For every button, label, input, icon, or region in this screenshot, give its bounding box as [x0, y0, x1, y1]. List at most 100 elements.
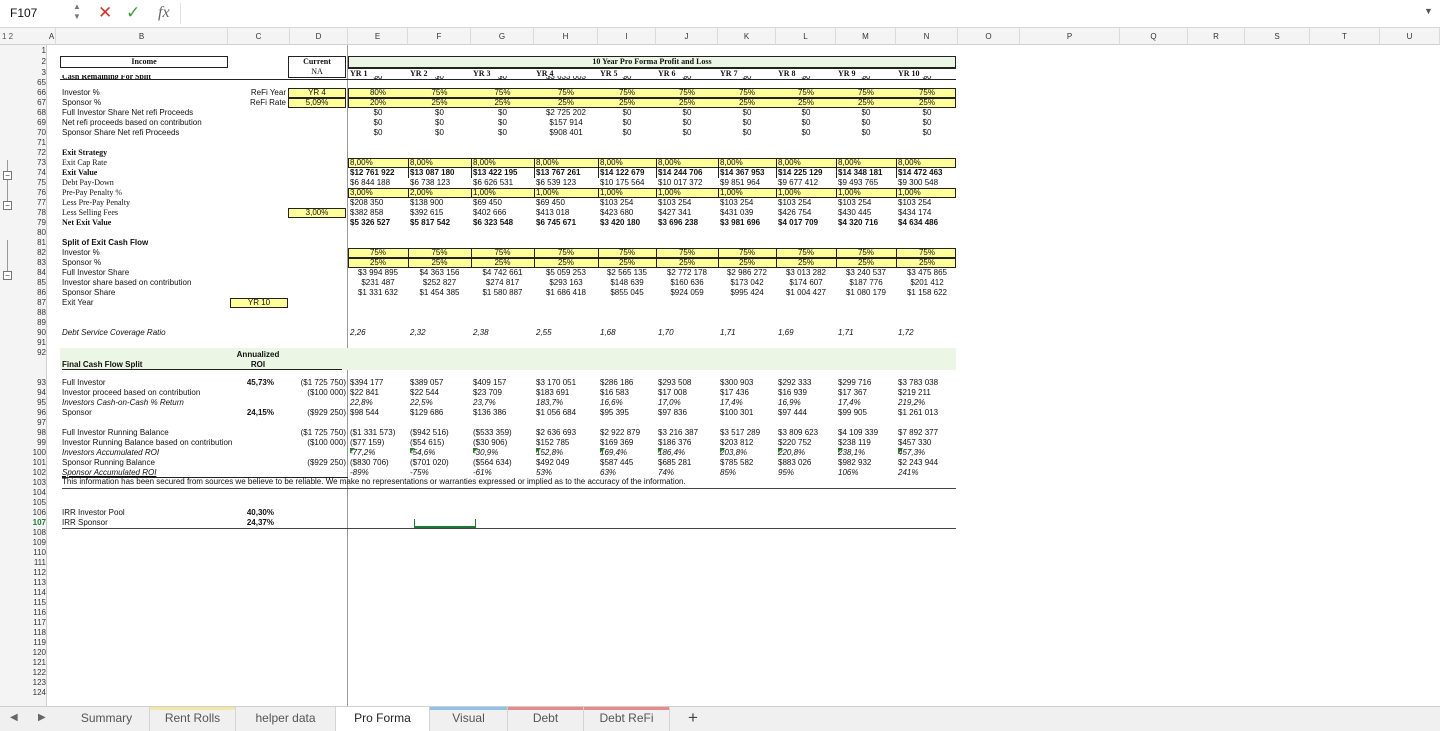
- row-number-107[interactable]: 107: [26, 518, 46, 528]
- column-header-u[interactable]: U: [1380, 28, 1440, 45]
- chevron-down-icon[interactable]: ▼: [1424, 6, 1433, 16]
- column-header-f[interactable]: F: [408, 28, 471, 45]
- column-header-d[interactable]: D: [290, 28, 348, 45]
- row-number-96[interactable]: 96: [26, 408, 46, 418]
- sheet-tab-rent-rolls[interactable]: Rent Rolls: [150, 707, 236, 731]
- row-number-100[interactable]: 100: [26, 448, 46, 458]
- sheet-tab-summary[interactable]: Summary: [64, 707, 150, 731]
- row-number-72[interactable]: 72: [26, 148, 46, 158]
- row-number-97[interactable]: 97: [26, 418, 46, 428]
- row-number-102[interactable]: 102: [26, 468, 46, 478]
- row-number-84[interactable]: 84: [26, 268, 46, 278]
- row-number-98[interactable]: 98: [26, 428, 46, 438]
- column-header-b[interactable]: B: [56, 28, 228, 45]
- row-number-122[interactable]: 122: [26, 668, 46, 678]
- row-number-103[interactable]: 103: [26, 478, 46, 488]
- column-header-i[interactable]: I: [598, 28, 656, 45]
- selected-cell-f107[interactable]: [414, 519, 476, 528]
- row-number-79[interactable]: 79: [26, 218, 46, 228]
- column-header-s[interactable]: S: [1245, 28, 1310, 45]
- function-icon[interactable]: fx: [158, 2, 170, 24]
- row-number-78[interactable]: 78: [26, 208, 46, 218]
- row-number-80[interactable]: 80: [26, 228, 46, 238]
- row-number-108[interactable]: 108: [26, 528, 46, 538]
- column-header-m[interactable]: M: [836, 28, 896, 45]
- row-number-71[interactable]: 71: [26, 138, 46, 148]
- row-number-99[interactable]: 99: [26, 438, 46, 448]
- row-number-111[interactable]: 111: [26, 558, 46, 568]
- row-number-89[interactable]: 89: [26, 318, 46, 328]
- column-header-h[interactable]: H: [534, 28, 598, 45]
- sheet-tab-debt[interactable]: Debt: [508, 707, 584, 731]
- outline-level-buttons[interactable]: 1 2: [2, 28, 13, 45]
- row-number-68[interactable]: 68: [26, 108, 46, 118]
- name-box-stepper-icon[interactable]: ▲ ▼: [70, 2, 84, 24]
- sheet-grid[interactable]: Income Current NA 10 Year Pro Forma Profit …: [48, 45, 1440, 706]
- sheet-tab-pro-forma[interactable]: Pro Forma: [336, 707, 430, 731]
- row-number-116[interactable]: 116: [26, 608, 46, 618]
- column-header-c[interactable]: C: [228, 28, 290, 45]
- collapse-group-button[interactable]: −: [3, 201, 12, 210]
- check-icon[interactable]: ✓: [126, 2, 140, 24]
- row-number-124[interactable]: 124: [26, 688, 46, 698]
- row-number-87[interactable]: 87: [26, 298, 46, 308]
- row-number-114[interactable]: 114: [26, 588, 46, 598]
- column-header-j[interactable]: J: [656, 28, 718, 45]
- next-sheet-icon[interactable]: ▶: [38, 712, 46, 723]
- sheet-tab-visual[interactable]: Visual: [430, 707, 508, 731]
- column-header-n[interactable]: N: [896, 28, 958, 45]
- column-header-e[interactable]: E: [348, 28, 408, 45]
- row-number-104[interactable]: 104: [26, 488, 46, 498]
- row-number-77[interactable]: 77: [26, 198, 46, 208]
- row-number-95[interactable]: 95: [26, 398, 46, 408]
- row-number-86[interactable]: 86: [26, 288, 46, 298]
- row-number-106[interactable]: 106: [26, 508, 46, 518]
- row-number-118[interactable]: 118: [26, 628, 46, 638]
- row-number-119[interactable]: 119: [26, 638, 46, 648]
- row-number-76[interactable]: 76: [26, 188, 46, 198]
- cancel-icon[interactable]: ✕: [98, 2, 112, 24]
- add-sheet-button[interactable]: +: [688, 708, 698, 728]
- row-number-75[interactable]: 75: [26, 178, 46, 188]
- column-header-t[interactable]: T: [1310, 28, 1380, 45]
- row-number-110[interactable]: 110: [26, 548, 46, 558]
- column-header-r[interactable]: R: [1188, 28, 1245, 45]
- row-number-121[interactable]: 121: [26, 658, 46, 668]
- row-number-69[interactable]: 69: [26, 118, 46, 128]
- row-number-91[interactable]: 91: [26, 338, 46, 348]
- row-number-66[interactable]: 66: [26, 88, 46, 98]
- row-number-92[interactable]: 92: [26, 348, 46, 358]
- row-number-117[interactable]: 117: [26, 618, 46, 628]
- sheet-tab-debt-refi[interactable]: Debt ReFi: [584, 707, 670, 731]
- row-number-115[interactable]: 115: [26, 598, 46, 608]
- column-header-p[interactable]: P: [1020, 28, 1120, 45]
- column-header-a[interactable]: A: [48, 28, 56, 45]
- row-number-82[interactable]: 82: [26, 248, 46, 258]
- row-number-120[interactable]: 120: [26, 648, 46, 658]
- row-number-67[interactable]: 67: [26, 98, 46, 108]
- row-number-90[interactable]: 90: [26, 328, 46, 338]
- row-number-70[interactable]: 70: [26, 128, 46, 138]
- row-number-105[interactable]: 105: [26, 498, 46, 508]
- formula-input[interactable]: [180, 3, 1410, 24]
- row-number-74[interactable]: 74: [26, 168, 46, 178]
- row-number-109[interactable]: 109: [26, 538, 46, 548]
- column-header-o[interactable]: O: [958, 28, 1020, 45]
- column-header-g[interactable]: G: [471, 28, 534, 45]
- row-number-1[interactable]: 1: [26, 46, 46, 56]
- prev-sheet-icon[interactable]: ◀: [10, 712, 18, 723]
- column-header-k[interactable]: K: [718, 28, 776, 45]
- row-number-85[interactable]: 85: [26, 278, 46, 288]
- column-header-q[interactable]: Q: [1120, 28, 1188, 45]
- row-number-73[interactable]: 73: [26, 158, 46, 168]
- row-number-65[interactable]: 65: [26, 78, 46, 88]
- row-number-81[interactable]: 81: [26, 238, 46, 248]
- row-number-2[interactable]: 2: [26, 57, 46, 67]
- row-number-112[interactable]: 112: [26, 568, 46, 578]
- collapse-group-button[interactable]: −: [3, 171, 12, 180]
- row-number-88[interactable]: 88: [26, 308, 46, 318]
- row-number-3[interactable]: 3: [26, 68, 46, 78]
- row-number-93[interactable]: 93: [26, 378, 46, 388]
- collapse-group-button[interactable]: −: [3, 271, 12, 280]
- sheet-tab-helper-data[interactable]: helper data: [236, 707, 336, 731]
